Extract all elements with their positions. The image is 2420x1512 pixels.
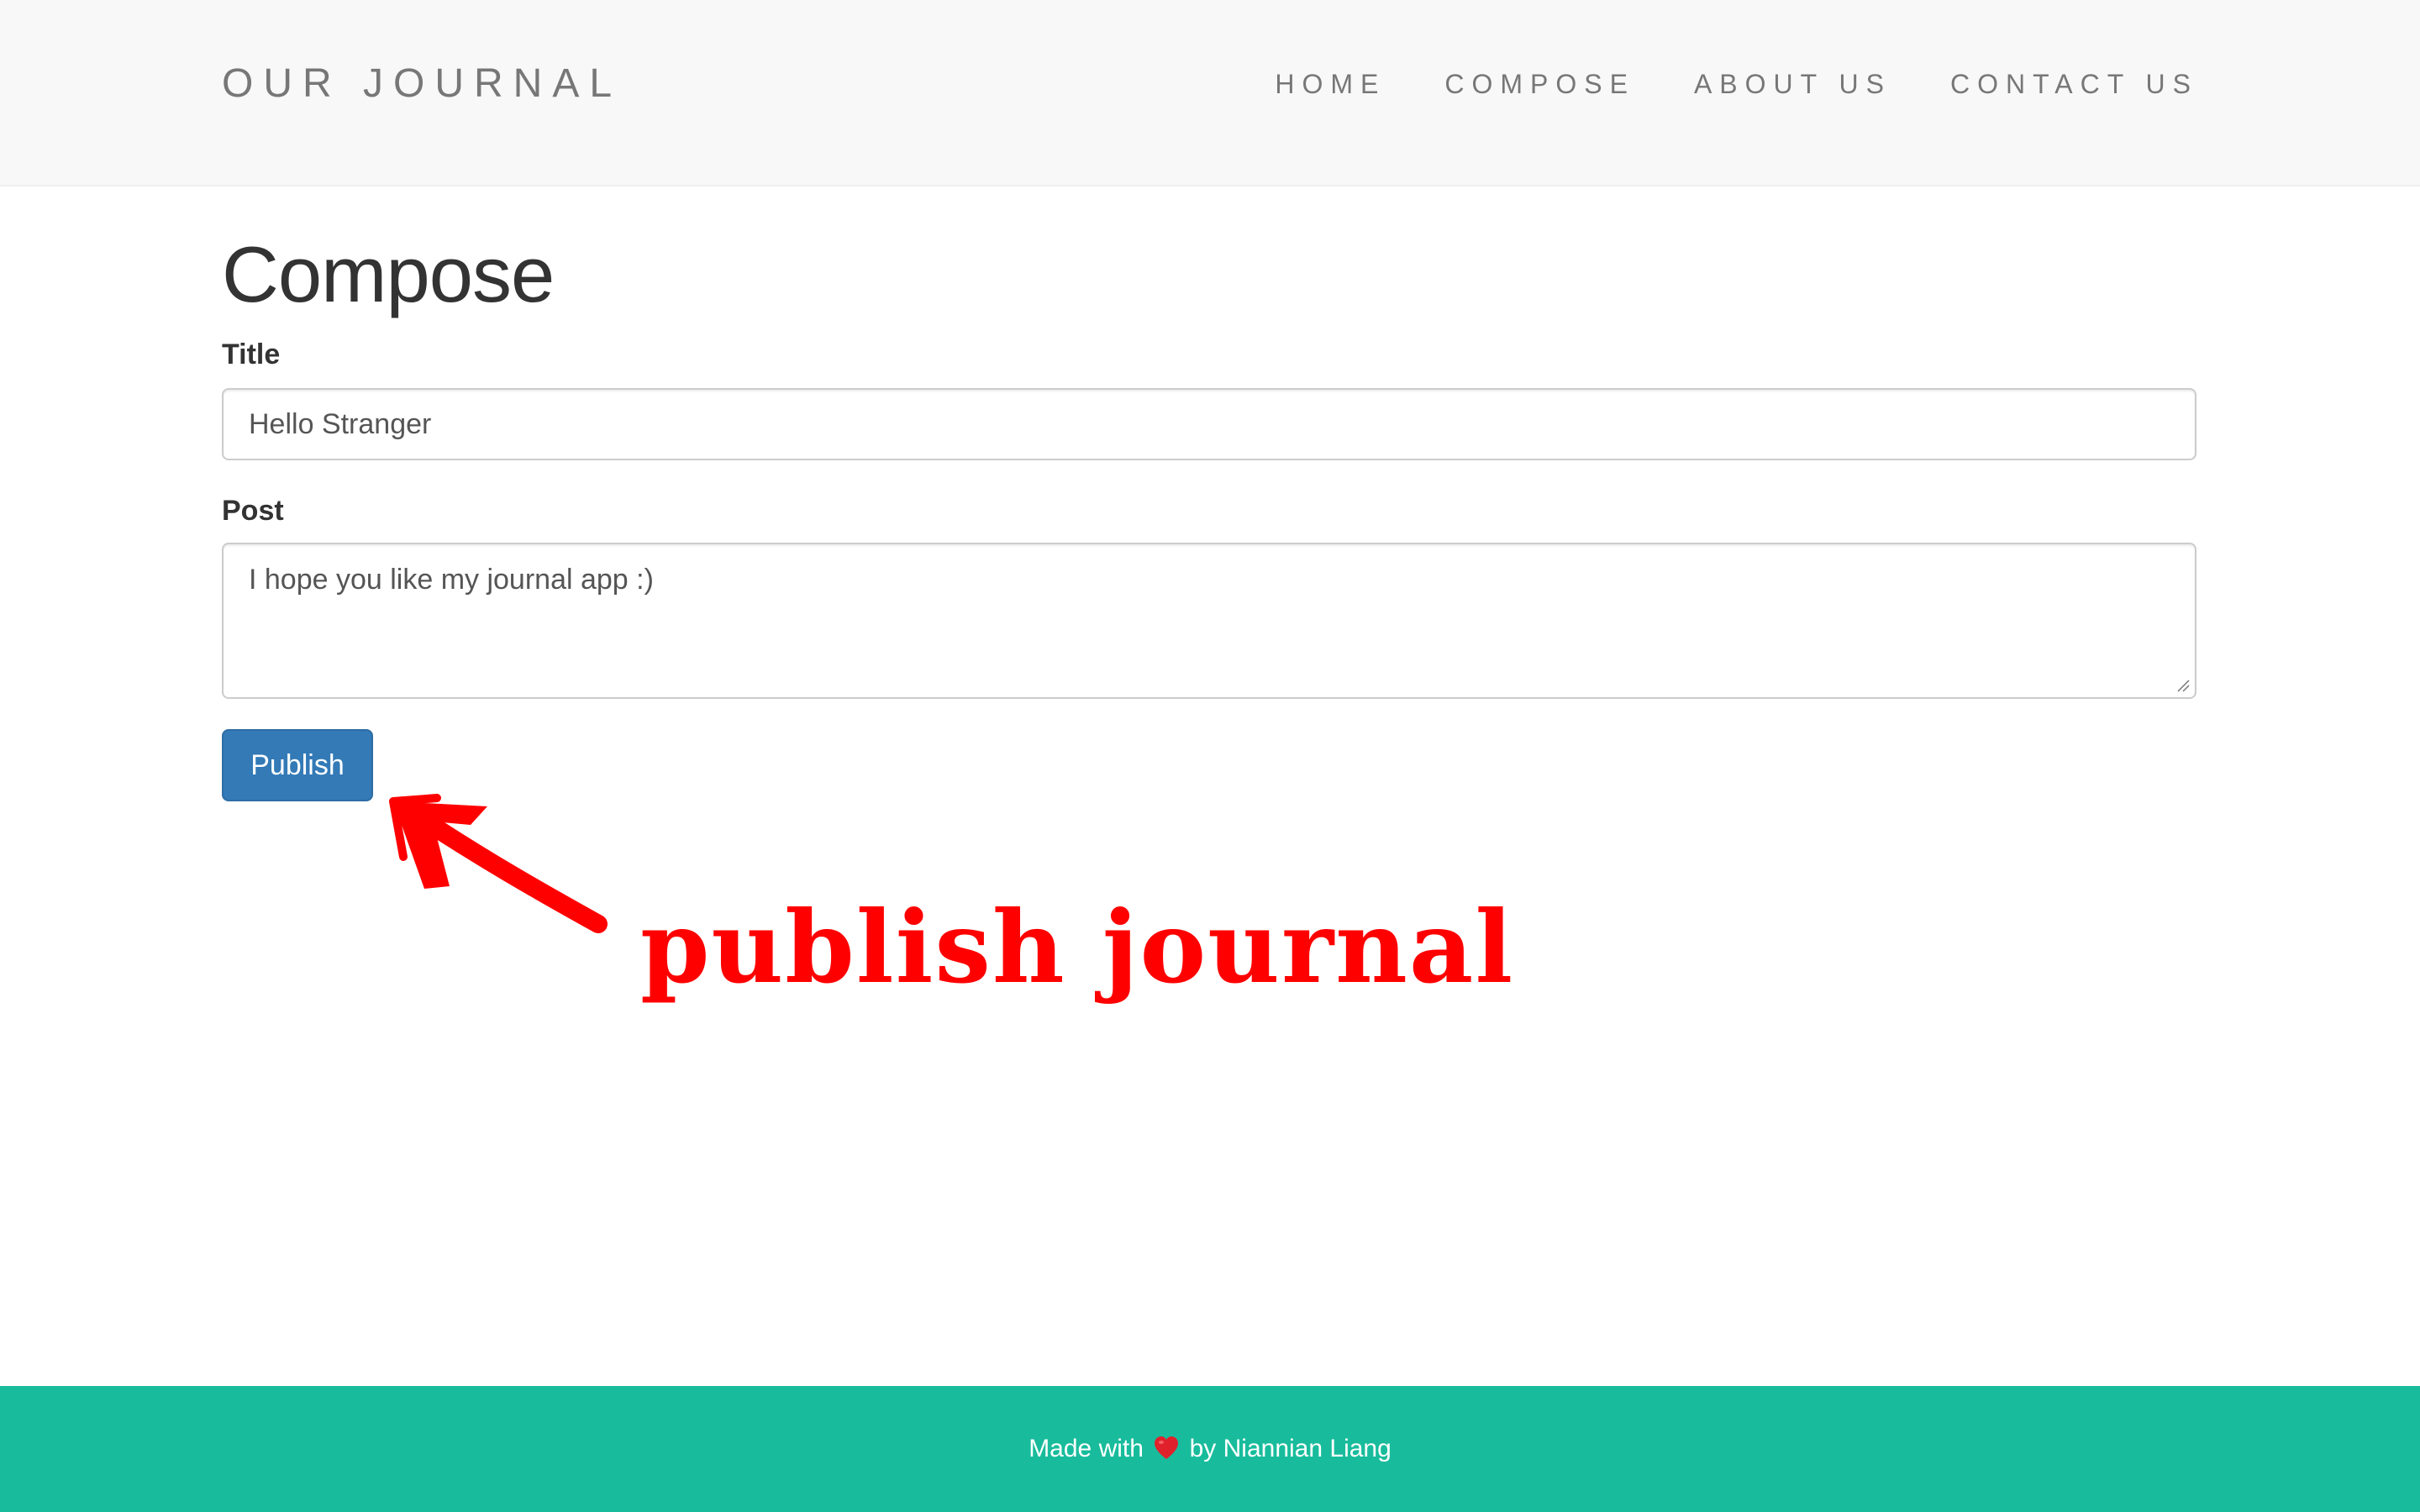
heart-icon — [1155, 1436, 1179, 1459]
publish-button[interactable]: Publish — [222, 729, 373, 801]
footer-suffix: by Niannian Liang — [1189, 1435, 1392, 1462]
post-textarea[interactable]: I hope you like my journal app :) — [222, 543, 2196, 699]
title-input[interactable]: Hello Stranger — [222, 388, 2196, 460]
title-label: Title — [222, 339, 281, 370]
nav-item-about-us: ABOUT US — [1635, 67, 1891, 101]
nav-item-contact-us: CONTACT US — [1891, 67, 2198, 101]
navbar: OUR JOURNAL HOME COMPOSE ABOUT US CONTAC… — [0, 0, 2420, 186]
post-text: I hope you like my journal app :) — [249, 564, 654, 596]
nav-link-compose[interactable]: COMPOSE — [1444, 67, 1635, 101]
footer: Made with by Niannian Liang — [0, 1386, 2420, 1512]
nav-item-home: HOME — [1216, 67, 1386, 101]
nav-link-contact-us[interactable]: CONTACT US — [1950, 67, 2198, 101]
nav-item-compose: COMPOSE — [1386, 67, 1635, 101]
resize-handle-icon[interactable] — [2175, 677, 2190, 692]
page-title: Compose — [222, 230, 555, 318]
annotation-text: publish journal — [640, 889, 1515, 1005]
post-label: Post — [222, 495, 284, 527]
nav-link-about-us[interactable]: ABOUT US — [1694, 67, 1891, 101]
nav-link-home[interactable]: HOME — [1275, 67, 1386, 101]
nav-menu: HOME COMPOSE ABOUT US CONTACT US — [1216, 67, 2198, 101]
brand-logo[interactable]: OUR JOURNAL — [222, 60, 622, 108]
footer-prefix: Made with — [1028, 1435, 1144, 1462]
